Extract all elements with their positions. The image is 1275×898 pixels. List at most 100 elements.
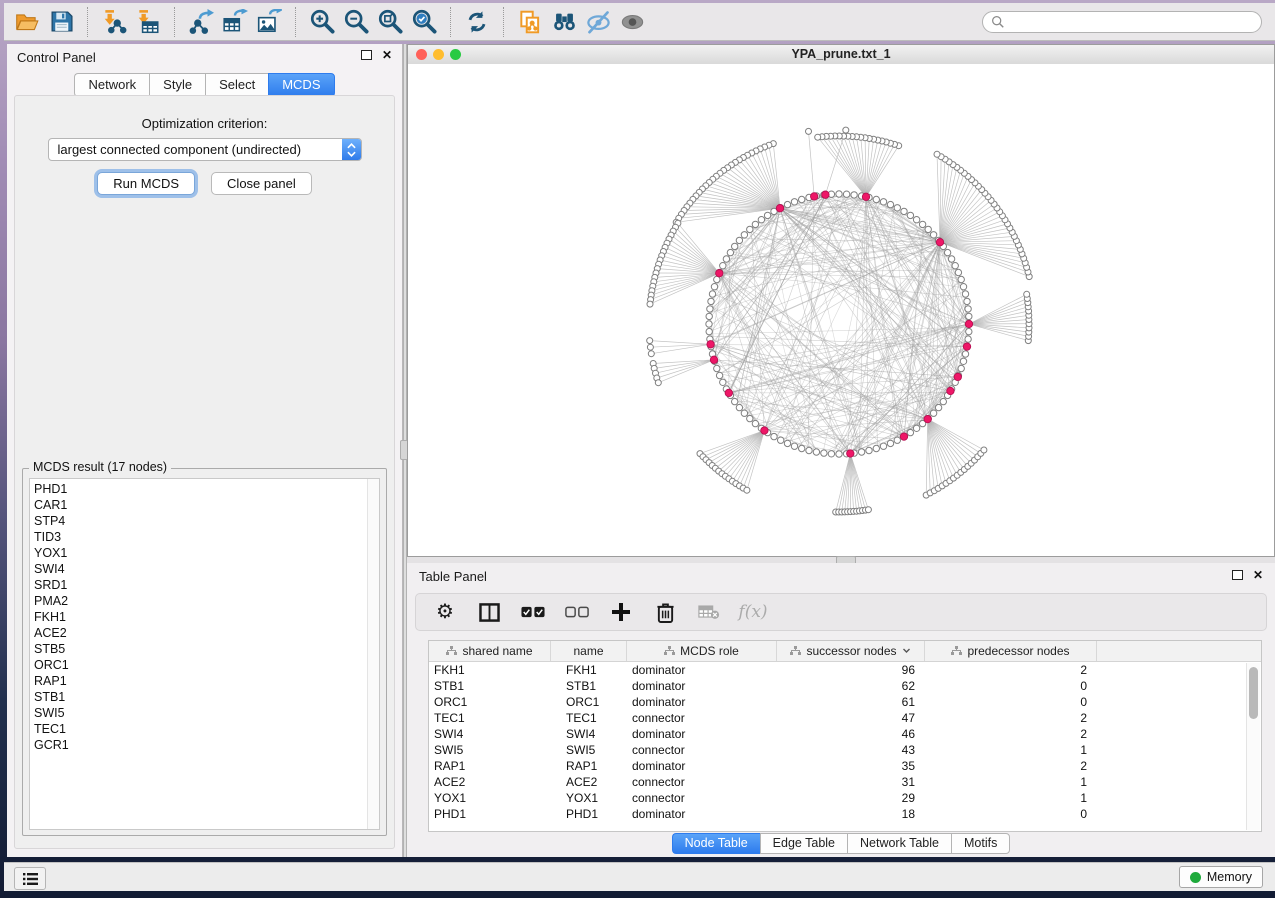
mcds-node[interactable]: STB1 bbox=[34, 689, 379, 705]
table-cell: 46 bbox=[777, 727, 925, 741]
table-scrollbar-thumb[interactable] bbox=[1249, 667, 1258, 719]
mcds-node[interactable]: YOX1 bbox=[34, 545, 379, 561]
mcds-node[interactable]: ACE2 bbox=[34, 625, 379, 641]
export-image-icon[interactable] bbox=[252, 6, 286, 38]
import-table-icon[interactable] bbox=[131, 6, 165, 38]
mcds-node[interactable]: STP4 bbox=[34, 513, 379, 529]
tab-node-table[interactable]: Node Table bbox=[672, 833, 760, 854]
table-row[interactable]: YOX1YOX1connector291 bbox=[429, 790, 1261, 806]
mcds-node[interactable]: CAR1 bbox=[34, 497, 379, 513]
table-row[interactable]: TEC1TEC1connector472 bbox=[429, 710, 1261, 726]
tab-edge-table[interactable]: Edge Table bbox=[760, 833, 847, 854]
mcds-list-scrollbar[interactable] bbox=[367, 479, 379, 829]
network-canvas[interactable] bbox=[408, 64, 1274, 556]
control-panel-tabs: NetworkStyleSelectMCDS bbox=[7, 73, 402, 97]
mcds-node[interactable]: PMA2 bbox=[34, 593, 379, 609]
export-table-icon[interactable] bbox=[218, 6, 252, 38]
table-options-gear-icon[interactable]: ⚙ bbox=[430, 597, 460, 627]
delete-columns-icon[interactable] bbox=[650, 597, 680, 627]
mcds-node[interactable]: RAP1 bbox=[34, 673, 379, 689]
column-type-icon bbox=[446, 646, 457, 656]
table-tabs: Node TableEdge TableNetwork TableMotifs bbox=[407, 833, 1275, 854]
table-row[interactable]: SWI4SWI4dominator462 bbox=[429, 726, 1261, 742]
column-header-predecessor-nodes[interactable]: predecessor nodes bbox=[925, 641, 1097, 661]
zoom-out-icon[interactable] bbox=[339, 6, 373, 38]
close-panel-button[interactable]: Close panel bbox=[211, 172, 312, 195]
table-cell: 43 bbox=[777, 743, 925, 757]
network-graph[interactable] bbox=[408, 64, 1274, 556]
save-session-icon[interactable] bbox=[44, 6, 78, 38]
delete-table-icon[interactable] bbox=[694, 597, 724, 627]
table-row[interactable]: PHD1PHD1dominator180 bbox=[429, 806, 1261, 822]
column-header-MCDS-role[interactable]: MCDS role bbox=[627, 641, 777, 661]
tab-network[interactable]: Network bbox=[74, 73, 149, 97]
float-panel-icon[interactable] bbox=[1232, 570, 1243, 580]
show-columns-icon[interactable] bbox=[474, 597, 504, 627]
mcds-node[interactable]: SRD1 bbox=[34, 577, 379, 593]
criterion-dropdown[interactable]: largest connected component (undirected) bbox=[48, 138, 362, 161]
copy-network-icon[interactable] bbox=[513, 6, 547, 38]
toolbar-separator bbox=[503, 7, 504, 37]
refresh-layout-icon[interactable] bbox=[460, 6, 494, 38]
toolbar-separator bbox=[87, 7, 88, 37]
table-row[interactable]: RAP1RAP1dominator352 bbox=[429, 758, 1261, 774]
column-type-icon bbox=[664, 646, 675, 656]
hide-selected-icon[interactable] bbox=[581, 6, 615, 38]
open-session-icon[interactable] bbox=[10, 6, 44, 38]
mcds-node[interactable]: TID3 bbox=[34, 529, 379, 545]
column-header-successor-nodes[interactable]: successor nodes bbox=[777, 641, 925, 661]
table-cell: PHD1 bbox=[429, 807, 551, 821]
mcds-node[interactable]: STB5 bbox=[34, 641, 379, 657]
column-header-shared-name[interactable]: shared name bbox=[429, 641, 551, 661]
network-window-titlebar[interactable]: YPA_prune.txt_1 bbox=[408, 45, 1274, 65]
table-row[interactable]: ACE2ACE2connector311 bbox=[429, 774, 1261, 790]
tab-motifs[interactable]: Motifs bbox=[951, 833, 1010, 854]
toolbar-separator bbox=[174, 7, 175, 37]
show-all-icon[interactable] bbox=[615, 6, 649, 38]
table-row[interactable]: FKH1FKH1dominator962 bbox=[429, 662, 1261, 678]
mcds-node[interactable]: GCR1 bbox=[34, 737, 379, 753]
table-cell: YOX1 bbox=[551, 791, 627, 805]
mcds-node[interactable]: FKH1 bbox=[34, 609, 379, 625]
mcds-node[interactable]: SWI4 bbox=[34, 561, 379, 577]
close-panel-icon[interactable]: ✕ bbox=[1253, 570, 1263, 580]
zoom-in-icon[interactable] bbox=[305, 6, 339, 38]
tab-network-table[interactable]: Network Table bbox=[847, 833, 951, 854]
export-network-icon[interactable] bbox=[184, 6, 218, 38]
table-row[interactable]: ORC1ORC1dominator610 bbox=[429, 694, 1261, 710]
unselect-all-columns-icon[interactable] bbox=[562, 597, 592, 627]
search-input[interactable] bbox=[1005, 12, 1261, 32]
mcds-node[interactable]: SWI5 bbox=[34, 705, 379, 721]
table-row[interactable]: STB1STB1dominator620 bbox=[429, 678, 1261, 694]
run-mcds-button[interactable]: Run MCDS bbox=[97, 172, 195, 195]
toolbar-separator bbox=[295, 7, 296, 37]
column-label: predecessor nodes bbox=[967, 644, 1069, 658]
zoom-selected-icon[interactable] bbox=[407, 6, 441, 38]
table-cell: STB1 bbox=[429, 679, 551, 693]
first-neighbors-icon[interactable] bbox=[547, 6, 581, 38]
float-panel-icon[interactable] bbox=[361, 50, 372, 60]
add-column-icon[interactable] bbox=[606, 597, 636, 627]
table-row[interactable]: SWI5SWI5connector431 bbox=[429, 742, 1261, 758]
function-builder-icon[interactable]: f(x) bbox=[738, 597, 768, 627]
select-all-columns-icon[interactable] bbox=[518, 597, 548, 627]
import-network-icon[interactable] bbox=[97, 6, 131, 38]
show-panels-menu-button[interactable] bbox=[14, 867, 46, 890]
column-header-name[interactable]: name bbox=[551, 641, 627, 661]
mcds-node[interactable]: PHD1 bbox=[34, 481, 379, 497]
zoom-fit-icon[interactable] bbox=[373, 6, 407, 38]
table-cell: 1 bbox=[925, 743, 1097, 757]
search-box[interactable] bbox=[982, 11, 1262, 33]
mcds-node[interactable]: ORC1 bbox=[34, 657, 379, 673]
mcds-result-list[interactable]: PHD1CAR1STP4TID3YOX1SWI4SRD1PMA2FKH1ACE2… bbox=[29, 478, 380, 830]
table-cell: TEC1 bbox=[551, 711, 627, 725]
tab-style[interactable]: Style bbox=[149, 73, 205, 97]
memory-button[interactable]: Memory bbox=[1179, 866, 1263, 888]
tab-mcds[interactable]: MCDS bbox=[268, 73, 334, 97]
table-cell: ORC1 bbox=[551, 695, 627, 709]
table-cell: 29 bbox=[777, 791, 925, 805]
mcds-node[interactable]: TEC1 bbox=[34, 721, 379, 737]
close-panel-icon[interactable]: ✕ bbox=[382, 50, 392, 60]
table-scrollbar[interactable] bbox=[1246, 663, 1260, 830]
tab-select[interactable]: Select bbox=[205, 73, 268, 97]
